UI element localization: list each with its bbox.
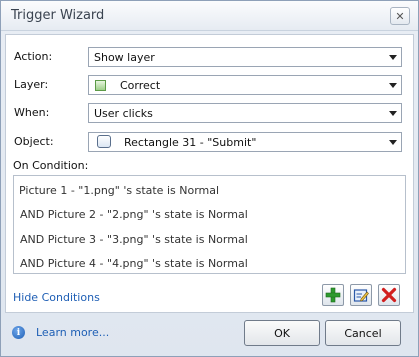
title-bar: Trigger Wizard ✕ (1, 1, 418, 31)
dropdown-arrow-icon[interactable] (384, 133, 401, 151)
condition-item[interactable]: Picture 1 - "1.png" 's state is Normal (19, 184, 219, 197)
learn-more-link[interactable]: Learn more... (36, 326, 109, 339)
condition-item[interactable]: AND Picture 3 - "3.png" 's state is Norm… (20, 233, 248, 246)
trigger-wizard-dialog: Trigger Wizard ✕ Action: Show layer Laye… (0, 0, 419, 357)
edit-icon (353, 289, 369, 302)
condition-item[interactable]: AND Picture 4 - "4.png" 's state is Norm… (20, 257, 248, 270)
ok-button[interactable]: OK (244, 320, 320, 346)
add-condition-button[interactable] (322, 284, 344, 306)
layer-value: Correct (120, 79, 161, 92)
when-value: User clicks (94, 107, 153, 120)
action-value: Show layer (94, 51, 155, 64)
close-icon: ✕ (395, 9, 405, 23)
when-dropdown[interactable]: User clicks (88, 103, 402, 123)
object-label: Object: (14, 135, 54, 148)
layer-icon (95, 80, 106, 91)
cancel-button[interactable]: Cancel (325, 320, 401, 346)
on-condition-label: On Condition: (13, 159, 89, 172)
condition-item[interactable]: AND Picture 2 - "2.png" 's state is Norm… (20, 208, 248, 221)
hide-conditions-link[interactable]: Hide Conditions (13, 291, 100, 304)
layer-dropdown[interactable]: Correct (88, 75, 402, 95)
dropdown-arrow-icon[interactable] (384, 76, 401, 94)
window-title: Trigger Wizard (11, 8, 105, 23)
info-icon: i (12, 326, 25, 339)
edit-condition-button[interactable] (350, 284, 372, 306)
delete-icon (381, 287, 397, 303)
action-label: Action: (14, 50, 53, 63)
rectangle-icon (97, 135, 111, 148)
object-value: Rectangle 31 - "Submit" (124, 136, 257, 149)
dialog-content: Action: Show layer Layer: Correct When: … (5, 34, 414, 313)
conditions-list[interactable]: Picture 1 - "1.png" 's state is Normal A… (13, 175, 406, 274)
close-button[interactable]: ✕ (390, 7, 410, 25)
layer-label: Layer: (14, 78, 49, 91)
dropdown-arrow-icon[interactable] (384, 104, 401, 122)
delete-condition-button[interactable] (378, 284, 400, 306)
dropdown-arrow-icon[interactable] (384, 48, 401, 66)
add-icon (325, 287, 341, 303)
object-dropdown[interactable]: Rectangle 31 - "Submit" (88, 132, 402, 152)
when-label: When: (14, 106, 50, 119)
action-dropdown[interactable]: Show layer (88, 47, 402, 67)
